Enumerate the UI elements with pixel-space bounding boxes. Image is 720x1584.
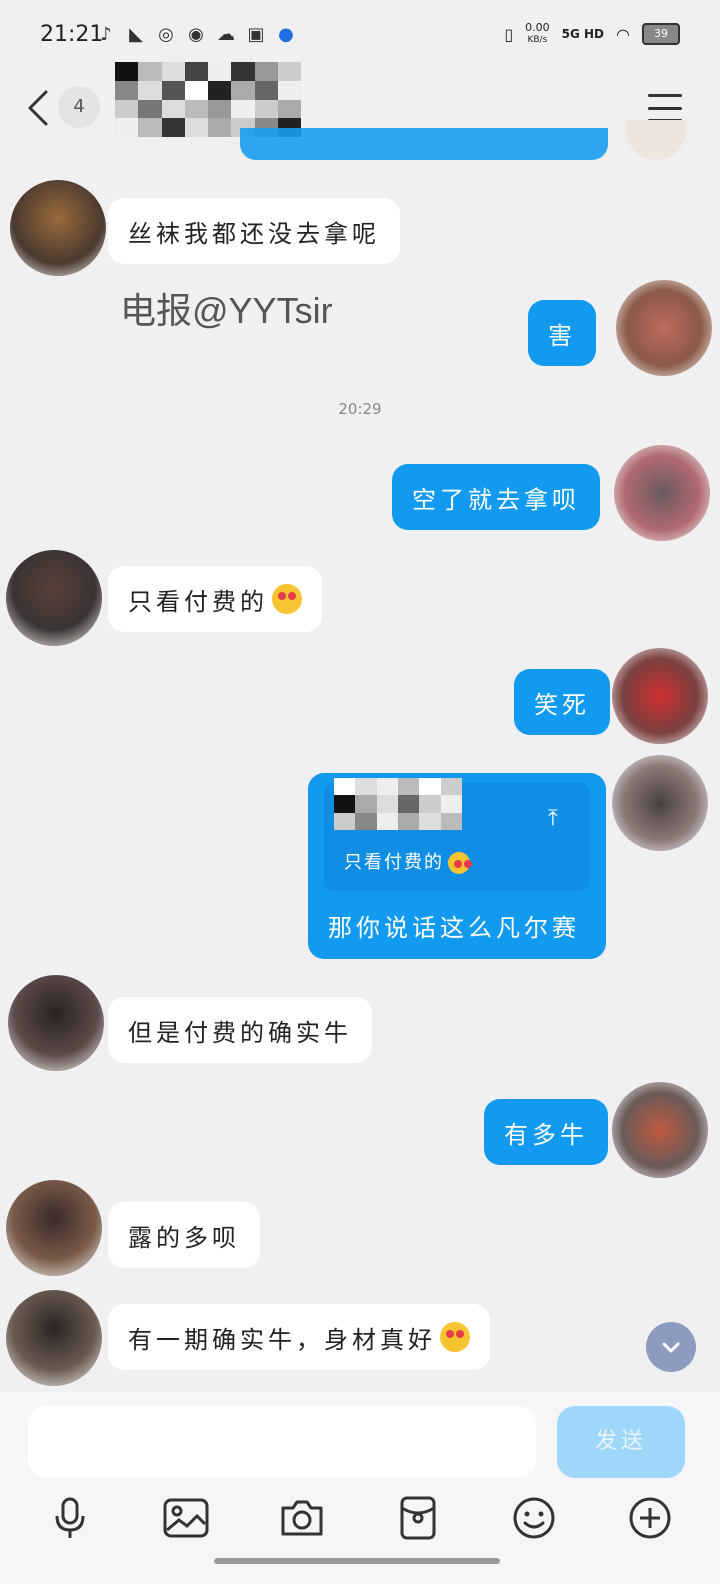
message-input[interactable] bbox=[28, 1406, 536, 1478]
my-avatar[interactable] bbox=[612, 648, 708, 744]
back-button[interactable] bbox=[24, 88, 54, 128]
app-icon: ▣ bbox=[247, 24, 265, 45]
app-icon: ● bbox=[278, 24, 294, 45]
message-bubble-out[interactable]: 有多牛 bbox=[484, 1099, 608, 1165]
send-button[interactable]: 发送 bbox=[557, 1406, 685, 1478]
wifi-icon: ◠ bbox=[616, 24, 630, 44]
plus-icon[interactable] bbox=[624, 1492, 676, 1544]
my-avatar[interactable] bbox=[612, 1082, 708, 1178]
scroll-to-bottom-button[interactable] bbox=[646, 1322, 696, 1372]
hug-emoji-icon bbox=[272, 584, 302, 614]
message-bubble-out[interactable]: 空了就去拿呗 bbox=[392, 464, 600, 530]
watermark-text: 电报@YYTsir bbox=[120, 290, 333, 331]
home-indicator bbox=[214, 1558, 500, 1564]
microphone-icon[interactable] bbox=[44, 1492, 96, 1544]
image-icon[interactable] bbox=[160, 1492, 212, 1544]
net-speed: 0.00 KB/s bbox=[525, 22, 550, 46]
status-app-icons: ♪ ◣ ◎ ◉ ☁ ▣ ● bbox=[96, 24, 296, 45]
hug-emoji-icon bbox=[440, 1322, 470, 1352]
previous-message-edge bbox=[240, 128, 608, 160]
net-speed-value: 0.00 bbox=[525, 21, 550, 34]
app-icon: ◎ bbox=[158, 24, 174, 45]
quoted-text-content: 只看付费的 bbox=[344, 852, 444, 873]
camera-icon[interactable] bbox=[276, 1492, 328, 1544]
tiktok-icon: ♪ bbox=[100, 24, 112, 45]
quoted-sender-mosaic bbox=[334, 778, 462, 830]
quoted-text: 只看付费的 bbox=[344, 848, 470, 874]
net-speed-unit: KB/s bbox=[527, 35, 548, 45]
menu-button[interactable] bbox=[648, 94, 682, 122]
my-avatar[interactable] bbox=[614, 445, 710, 541]
message-text: 有一期确实牛，身材真好 bbox=[128, 1325, 436, 1354]
my-avatar[interactable] bbox=[612, 755, 708, 851]
contact-avatar[interactable] bbox=[6, 550, 102, 646]
message-bubble-out[interactable]: 笑死 bbox=[514, 669, 610, 735]
message-bubble-in[interactable]: 丝袜我都还没去拿呢 bbox=[108, 198, 400, 264]
contact-name-mosaic bbox=[115, 62, 301, 137]
status-right: ▯ 0.00 KB/s 5G HD ◠ 39 bbox=[504, 22, 680, 46]
composer-toolbar bbox=[0, 1492, 720, 1552]
message-text: 只看付费的 bbox=[128, 587, 268, 616]
avatar bbox=[626, 120, 686, 160]
unread-badge: 4 bbox=[58, 86, 100, 128]
contact-avatar[interactable] bbox=[10, 180, 106, 276]
jump-to-quote-icon[interactable]: ⤒ bbox=[548, 806, 558, 831]
vibrate-icon: ▯ bbox=[504, 24, 514, 44]
contact-avatar[interactable] bbox=[6, 1180, 102, 1276]
app-icon: ◣ bbox=[129, 24, 143, 45]
red-packet-icon[interactable] bbox=[392, 1492, 444, 1544]
contact-avatar[interactable] bbox=[8, 975, 104, 1071]
time-separator: 20:29 bbox=[338, 400, 382, 418]
my-avatar[interactable] bbox=[616, 280, 712, 376]
cloud-icon: ☁ bbox=[217, 24, 235, 45]
status-time: 21:21 bbox=[40, 22, 104, 47]
battery-icon: 39 bbox=[642, 23, 680, 45]
weibo-icon: ◉ bbox=[188, 24, 204, 45]
message-bubble-in[interactable]: 但是付费的确实牛 bbox=[108, 997, 372, 1063]
message-bubble-in[interactable]: 只看付费的 bbox=[108, 566, 322, 632]
emoji-icon[interactable] bbox=[508, 1492, 560, 1544]
message-bubble-in[interactable]: 露的多呗 bbox=[108, 1202, 260, 1268]
message-bubble-in[interactable]: 有一期确实牛，身材真好 bbox=[108, 1304, 490, 1370]
chevron-down-icon bbox=[662, 1342, 680, 1353]
message-bubble-out[interactable]: 害 bbox=[528, 300, 596, 366]
message-text: 那你说话这么凡尔赛 bbox=[328, 914, 580, 942]
contact-avatar[interactable] bbox=[6, 1290, 102, 1386]
hug-emoji-icon bbox=[448, 852, 470, 874]
signal-label: 5G HD bbox=[561, 27, 605, 41]
